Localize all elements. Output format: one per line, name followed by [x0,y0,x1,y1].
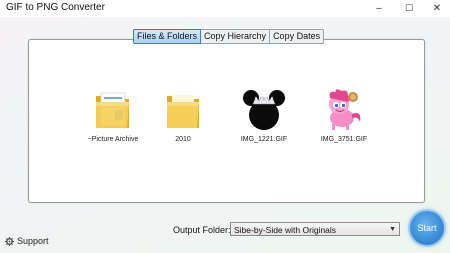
support-label: Support [17,236,49,246]
chevron-down-icon: ▼ [389,226,396,233]
output-folder-select[interactable]: Sibe-by-Side with Originals ▼ [230,222,400,236]
file-item-picture-archive[interactable]: ~Picture Archive [78,88,148,143]
file-label: IMG_1221.GIF [240,136,288,143]
file-list-panel[interactable]: ~Picture Archive 2010 IMG_1221.GIF IMG_3… [28,39,425,203]
file-item-img-1221[interactable]: IMG_1221.GIF [229,88,299,143]
close-button[interactable]: ✕ [424,0,450,17]
support-link[interactable]: Support [5,236,49,246]
file-label: 2010 [175,136,191,143]
title-bar: GIF to PNG Converter – ☐ ✕ [0,0,450,17]
file-item-img-3751[interactable]: IMG_3751.GIF [309,88,379,143]
start-button[interactable]: Start [410,211,444,245]
file-label: ~Picture Archive [87,136,139,143]
window-title: GIF to PNG Converter [6,2,105,13]
tab-copy-dates[interactable]: Copy Dates [270,29,325,44]
folder-with-documents-icon [96,92,129,128]
minimize-button[interactable]: – [366,0,392,17]
file-label: IMG_3751.GIF [320,136,368,143]
file-item-2010[interactable]: 2010 [148,88,218,143]
mouse-ears-tiara-icon [243,90,285,130]
output-folder-label: Output Folder: [173,225,231,235]
folder-icon [167,95,199,128]
tab-copy-hierarchy[interactable]: Copy Hierarchy [201,29,271,44]
tab-files-folders[interactable]: Files & Folders [133,29,202,44]
pink-pony-cartoon-icon [329,89,361,130]
output-folder-value: Sibe-by-Side with Originals [234,225,337,235]
maximize-button[interactable]: ☐ [396,0,422,17]
gear-icon [5,236,14,246]
tab-bar: Files & Folders Copy Hierarchy Copy Date… [133,29,325,44]
